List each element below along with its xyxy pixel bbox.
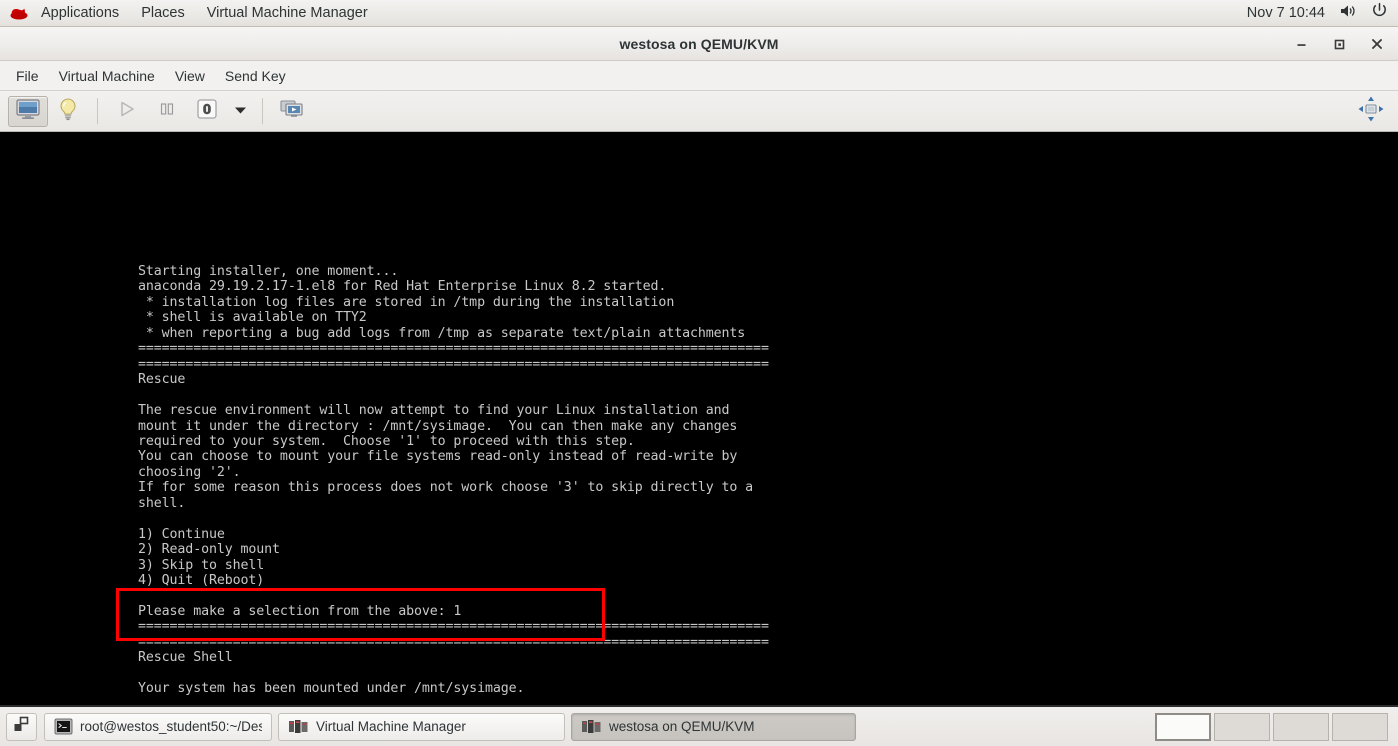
virt-viewer-window: westosa on QEMU/KVM File Virtual Machine	[0, 27, 1398, 719]
menu-file[interactable]: File	[6, 61, 49, 91]
chevron-down-icon	[234, 102, 247, 120]
topbar-status-area: Nov 7 10:44	[1247, 2, 1398, 24]
terminal-output: Starting installer, one moment... anacon…	[138, 264, 769, 718]
show-console-button[interactable]	[8, 95, 48, 127]
show-desktop-icon	[13, 716, 30, 738]
workspace-3[interactable]	[1273, 712, 1329, 741]
clock[interactable]: Nov 7 10:44	[1247, 5, 1325, 21]
menubar: File Virtual Machine View Send Key	[0, 61, 1398, 91]
window-controls	[1286, 27, 1392, 61]
pause-button[interactable]	[147, 96, 187, 127]
shutdown-dropdown[interactable]	[227, 96, 253, 127]
taskbar-item-vmm[interactable]: Virtual Machine Manager	[278, 712, 565, 741]
taskbar-item-westosa[interactable]: westosa on QEMU/KVM	[571, 712, 856, 741]
monitor-icon	[15, 98, 41, 125]
fullscreen-button[interactable]	[1354, 96, 1388, 127]
toolbar	[0, 91, 1398, 132]
volume-icon[interactable]	[1339, 3, 1357, 24]
menu-virtual-machine[interactable]: Virtual Machine	[49, 61, 165, 91]
taskbar: root@westos_student50:~/Desktop Virtual …	[0, 705, 1398, 746]
maximize-button[interactable]	[1324, 30, 1354, 58]
snapshots-button[interactable]	[272, 96, 312, 127]
toolbar-separator-2	[262, 98, 263, 124]
play-icon	[117, 99, 137, 124]
shutdown-button[interactable]	[187, 96, 227, 127]
workspace-4[interactable]	[1332, 712, 1388, 741]
window-title: westosa on QEMU/KVM	[619, 35, 779, 52]
menu-view[interactable]: View	[165, 61, 215, 91]
applications-menu[interactable]: Applications	[30, 0, 130, 27]
menu-send-key[interactable]: Send Key	[215, 61, 296, 91]
vmm-icon	[581, 718, 602, 735]
pause-icon	[158, 100, 176, 123]
run-button[interactable]	[107, 96, 147, 127]
taskbar-item-label: root@westos_student50:~/Desktop	[80, 719, 262, 734]
taskbar-item-terminal[interactable]: root@westos_student50:~/Desktop	[44, 712, 272, 741]
close-button[interactable]	[1362, 30, 1392, 58]
show-details-button[interactable]	[48, 96, 88, 127]
virtual-machine-manager-menu[interactable]: Virtual Machine Manager	[196, 0, 379, 27]
taskbar-item-label: Virtual Machine Manager	[316, 719, 466, 734]
workspace-switcher	[1155, 712, 1392, 741]
show-desktop-button[interactable]	[6, 712, 37, 741]
power-button-icon	[195, 97, 219, 126]
toolbar-separator-1	[97, 98, 98, 124]
minimize-button[interactable]	[1286, 30, 1316, 58]
power-icon[interactable]	[1371, 2, 1388, 24]
fullscreen-resize-icon	[1357, 95, 1385, 128]
taskbar-item-label: westosa on QEMU/KVM	[609, 719, 755, 734]
terminal-icon	[54, 718, 73, 735]
window-titlebar: westosa on QEMU/KVM	[0, 27, 1398, 61]
places-menu[interactable]: Places	[130, 0, 196, 27]
desktop-top-bar: Applications Places Virtual Machine Mana…	[0, 0, 1398, 27]
redhat-logo-icon	[8, 5, 30, 21]
workspace-2[interactable]	[1214, 712, 1270, 741]
vm-console-display[interactable]: Starting installer, one moment... anacon…	[0, 132, 1398, 718]
snapshots-icon	[279, 98, 305, 125]
vmm-icon	[288, 718, 309, 735]
lightbulb-icon	[57, 97, 79, 126]
workspace-1[interactable]	[1155, 712, 1211, 741]
